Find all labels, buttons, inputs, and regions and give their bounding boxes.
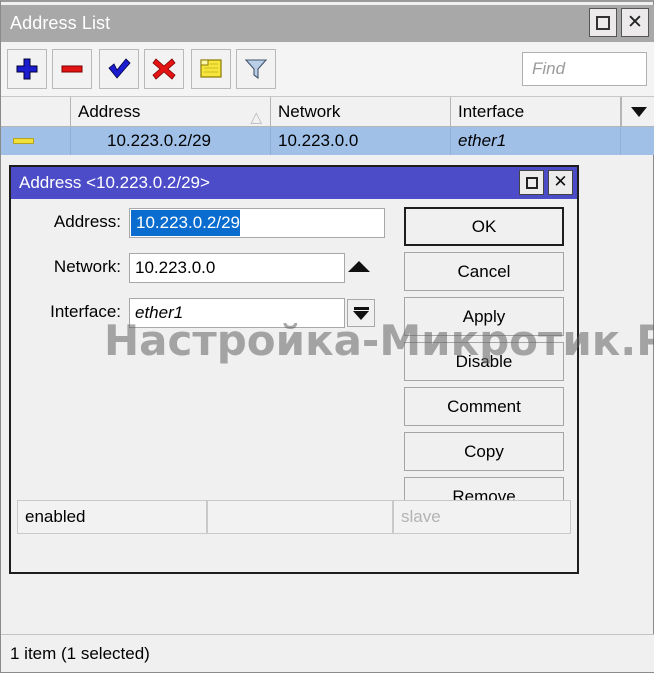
dialog-restore-button[interactable] (519, 170, 544, 195)
enable-button[interactable] (99, 49, 139, 89)
note-icon (200, 59, 222, 78)
interface-field-label: Interface: (50, 302, 121, 321)
minus-icon (61, 65, 83, 73)
window-restore-button[interactable] (589, 8, 617, 37)
status-enabled: enabled (17, 500, 207, 534)
disable-button[interactable]: Disable (404, 342, 564, 381)
chevron-down-icon (630, 106, 647, 117)
row-address-cell: 10.223.0.2/29 (71, 127, 271, 155)
column-header-network[interactable]: Network (271, 97, 451, 126)
address-entry-icon (13, 132, 34, 148)
disable-button[interactable] (144, 49, 184, 89)
interface-dropdown-button[interactable] (347, 299, 375, 327)
address-field-label: Address: (53, 212, 121, 231)
restore-icon (596, 15, 610, 30)
column-options-button[interactable] (621, 97, 654, 126)
column-header-interface[interactable]: Interface (451, 97, 621, 126)
status-middle (207, 500, 393, 534)
screen: Address List ✕ Find Address △ Network In… (0, 0, 654, 673)
restore-icon (525, 176, 538, 189)
sort-ascending-icon: △ (250, 109, 262, 126)
comment-button[interactable] (191, 49, 231, 89)
network-collapse-arrow-icon[interactable] (348, 261, 370, 272)
find-input[interactable] (522, 52, 647, 86)
plus-icon (16, 58, 38, 80)
column-header-address[interactable]: Address △ (71, 97, 271, 126)
dialog-close-button[interactable]: ✕ (548, 170, 573, 195)
network-input[interactable] (129, 253, 345, 283)
remove-button[interactable] (52, 49, 92, 89)
add-button[interactable] (7, 49, 47, 89)
dialog-controls: ✕ (519, 170, 573, 195)
dialog-status-bar: enabled slave (17, 500, 571, 534)
dialog-body: Address: 10.223.0.2/29 Network: Interfac… (11, 199, 577, 540)
cross-icon (152, 58, 176, 80)
toolbar (1, 42, 654, 97)
cancel-button[interactable]: Cancel (404, 252, 564, 291)
table-header: Address △ Network Interface (1, 97, 654, 127)
filter-button[interactable] (236, 49, 276, 89)
window-title: Address List (10, 13, 111, 33)
ok-button[interactable]: OK (404, 207, 564, 246)
address-list-window: Address List ✕ Find Address △ Network In… (0, 0, 654, 673)
row-flag-cell (1, 127, 71, 155)
network-field-label: Network: (53, 257, 121, 276)
address-input[interactable] (129, 208, 385, 238)
row-interface-cell: ether1 (451, 127, 621, 155)
copy-button[interactable]: Copy (404, 432, 564, 471)
row-spacer-cell (621, 127, 654, 155)
bottom-status-bar: 1 item (1 selected) (1, 635, 654, 672)
column-header-address-label: Address (78, 102, 141, 121)
close-icon: ✕ (627, 11, 643, 33)
status-slave: slave (393, 500, 571, 534)
window-close-button[interactable]: ✕ (621, 8, 649, 37)
comment-button[interactable]: Comment (404, 387, 564, 426)
chevron-down-icon (353, 310, 369, 320)
table-row[interactable]: 10.223.0.2/29 10.223.0.0 ether1 (1, 127, 654, 155)
column-header-flag[interactable] (1, 97, 71, 126)
close-icon: ✕ (553, 172, 568, 192)
window-controls: ✕ (589, 8, 649, 37)
window-titlebar: Address List ✕ (1, 5, 654, 42)
dropdown-bar-icon (353, 306, 369, 310)
dialog-title: Address <10.223.0.2/29> (19, 173, 210, 192)
funnel-icon (244, 59, 268, 80)
row-network-cell: 10.223.0.0 (271, 127, 451, 155)
address-dialog: Address <10.223.0.2/29> ✕ Address: 10.22… (9, 165, 579, 574)
check-icon (108, 58, 131, 79)
dialog-titlebar: Address <10.223.0.2/29> ✕ (11, 167, 577, 199)
apply-button[interactable]: Apply (404, 297, 564, 336)
interface-input[interactable] (129, 298, 345, 328)
